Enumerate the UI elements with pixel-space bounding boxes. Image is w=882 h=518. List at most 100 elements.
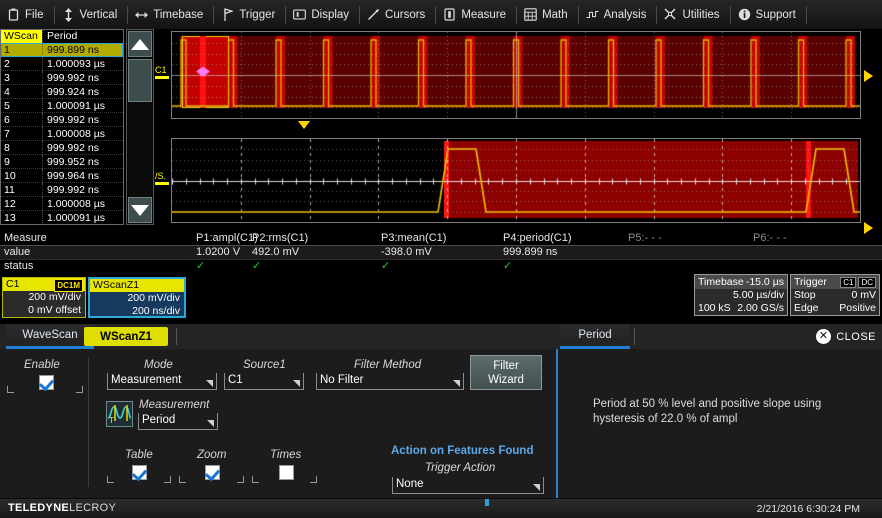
measure-row-label: value [4, 246, 30, 259]
scroll-up-button[interactable] [128, 31, 152, 57]
source1-select[interactable]: C1 [224, 373, 304, 390]
menu-item-trigger[interactable]: Trigger [214, 0, 285, 29]
close-button[interactable]: ✕ CLOSE [816, 327, 876, 346]
source1-value: C1 [228, 374, 243, 386]
trigger-header: Trigger C1DC [791, 275, 879, 289]
dialog-left-separator [88, 357, 89, 487]
measure-column-name: P4:period(C1) [503, 232, 571, 245]
row-index: 3 [1, 71, 42, 85]
enable-checkbox[interactable] [39, 375, 54, 390]
measure-row-label: status [4, 260, 33, 273]
chevron-down-icon [206, 380, 213, 387]
measurement-label: Measurement [139, 399, 209, 411]
channel-label-c1[interactable]: C1 [155, 66, 169, 79]
brand-teledyne: TELEDYNE [8, 502, 69, 514]
enable-label: Enable [24, 359, 60, 371]
action-features-group-label: Action on Features Found [391, 445, 533, 457]
trigger-source-badge: C1 [840, 277, 856, 288]
menu-item-measure[interactable]: Measure [436, 0, 516, 29]
table-row[interactable]: 71.000008 µs [1, 127, 123, 141]
table-row[interactable]: 21.000093 µs [1, 57, 123, 71]
measure-column-name: P5:- - - [628, 232, 662, 245]
trigger-action-label: Trigger Action [425, 462, 495, 474]
source1-label: Source1 [243, 359, 286, 371]
tab-period[interactable]: Period [560, 324, 630, 349]
vertical-arrows-icon [62, 8, 75, 21]
scrollbar-thumb[interactable] [128, 59, 152, 102]
table-row[interactable]: 51.000091 µs [1, 99, 123, 113]
row-period: 999.952 ns [42, 155, 123, 169]
filter-wizard-button[interactable]: Filter Wizard [470, 355, 542, 390]
wavescan-results-table[interactable]: WScan Period 1999.899 ns21.000093 µs3999… [0, 29, 124, 225]
timebase-memory-row: 100 kS 2.00 GS/s [695, 302, 787, 315]
table-row[interactable]: 1999.899 ns [1, 43, 123, 57]
c1-offset: 0 mV offset [3, 304, 85, 317]
table-checkbox[interactable] [132, 465, 147, 480]
triangle-up-icon [131, 39, 149, 50]
trigger-descriptor[interactable]: Trigger C1DC Stop 0 mV Edge Positive [790, 274, 880, 316]
channel-c1-descriptor[interactable]: C1 DC1M 200 mV/div 0 mV offset [2, 277, 86, 318]
measure-status-row: status✓✓✓✓ [0, 260, 882, 273]
row-period: 999.992 ns [42, 71, 123, 85]
channel-label-zoom[interactable]: /S. [155, 172, 169, 185]
table-row[interactable]: 121.000008 µs [1, 197, 123, 211]
math-icon [524, 8, 537, 21]
menu-item-analysis[interactable]: Analysis [579, 0, 657, 29]
menu-item-label: Cursors [385, 9, 425, 21]
table-row[interactable]: 131.000091 µs [1, 211, 123, 225]
menu-item-support[interactable]: Support [731, 0, 806, 29]
filter-method-select[interactable]: No Filter [316, 373, 464, 390]
measurement-select[interactable]: Period [138, 413, 218, 430]
table-row[interactable]: 11999.992 ns [1, 183, 123, 197]
menu-item-file[interactable]: File [0, 0, 54, 29]
row-period: 999.924 ns [42, 85, 123, 99]
menu-item-vertical[interactable]: Vertical [55, 0, 128, 29]
row-index: 7 [1, 127, 42, 141]
zoom-wscanz1-descriptor[interactable]: WScanZ1 200 mV/div 200 ns/div [88, 277, 186, 318]
menu-item-label: Utilities [682, 9, 719, 21]
mode-label: Mode [144, 359, 173, 371]
c1-title: C1 [6, 278, 19, 290]
filter-wizard-line2: Wizard [488, 373, 524, 387]
trigger-position-marker[interactable] [298, 121, 310, 129]
c1-volts-per-div: 200 mV/div [3, 291, 85, 304]
table-row[interactable]: 6999.992 ns [1, 113, 123, 127]
table-row[interactable]: 4999.924 ns [1, 85, 123, 99]
main-waveform-grid[interactable] [171, 31, 861, 119]
table-row[interactable]: 8999.992 ns [1, 141, 123, 155]
menu-item-timebase[interactable]: Timebase [128, 0, 213, 29]
zoom-checkbox[interactable] [205, 465, 220, 480]
trigger-action-select[interactable]: None [392, 477, 544, 494]
zoom-waveform-grid[interactable] [171, 138, 861, 223]
row-period: 1.000091 µs [42, 99, 123, 113]
menu-item-utilities[interactable]: Utilities [657, 0, 729, 29]
row-index: 2 [1, 57, 42, 71]
menu-item-cursors[interactable]: Cursors [360, 0, 435, 29]
measure-row-label: Measure [4, 232, 47, 245]
table-header-period: Period [42, 30, 123, 43]
measure-column-value: 1.0200 V [196, 246, 240, 259]
wscanz1-volts-per-div: 200 mV/div [90, 292, 184, 305]
menu-item-label: Support [756, 9, 796, 21]
times-checkbox[interactable] [279, 465, 294, 480]
row-period: 1.000091 µs [42, 211, 123, 225]
menu-item-label: Trigger [239, 9, 275, 21]
filter-method-value: No Filter [320, 374, 363, 386]
table-row[interactable]: 3999.992 ns [1, 71, 123, 85]
file-icon [7, 8, 20, 21]
trigger-type: Edge [794, 302, 819, 315]
scroll-down-button[interactable] [128, 197, 152, 223]
tab-wavescan[interactable]: WaveScan [6, 324, 94, 349]
table-row[interactable]: 10999.964 ns [1, 169, 123, 183]
timebase-descriptor[interactable]: Timebase -15.0 µs 5.00 µs/div 100 kS 2.0… [694, 274, 788, 316]
table-vertical-scrollbar[interactable] [126, 29, 154, 225]
tab-wscanz1[interactable]: WScanZ1 [84, 327, 168, 346]
menu-item-math[interactable]: Math [517, 0, 578, 29]
trigger-title: Trigger [794, 275, 827, 289]
row-index: 12 [1, 197, 42, 211]
mode-select[interactable]: Measurement [107, 373, 217, 390]
main-grid-level-marker[interactable] [864, 70, 873, 82]
table-row[interactable]: 9999.952 ns [1, 155, 123, 169]
brand-logo: TELEDYNELECROY [8, 502, 116, 514]
menu-item-display[interactable]: Display [286, 0, 359, 29]
